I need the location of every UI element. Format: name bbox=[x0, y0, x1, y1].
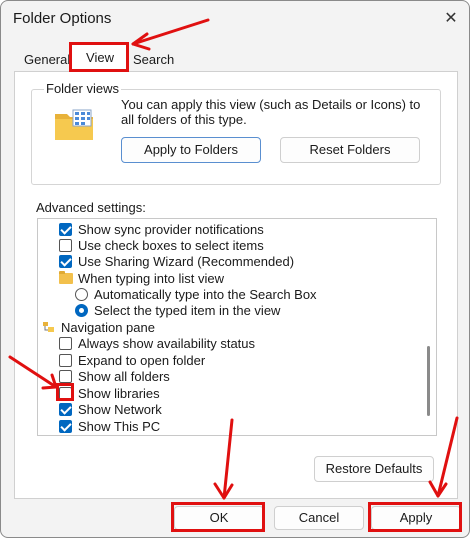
folder-views-description: You can apply this view (such as Details… bbox=[121, 97, 421, 127]
list-item-label: Select the typed item in the view bbox=[94, 303, 281, 318]
checkbox[interactable] bbox=[59, 403, 72, 416]
apply-button[interactable]: Apply bbox=[371, 506, 461, 530]
list-item-label: Always show availability status bbox=[78, 336, 256, 351]
advanced-settings-list[interactable]: Show sync provider notifications Use che… bbox=[37, 218, 437, 436]
folder-icon bbox=[59, 271, 73, 284]
list-item-label: Expand to open folder bbox=[78, 353, 206, 368]
radio-button[interactable] bbox=[75, 304, 88, 317]
checkbox[interactable] bbox=[59, 354, 72, 367]
list-item-label: Navigation pane bbox=[61, 320, 155, 335]
checkbox[interactable] bbox=[59, 223, 72, 236]
checkbox[interactable] bbox=[59, 239, 72, 252]
checkbox[interactable] bbox=[59, 420, 72, 433]
list-item-label: Show Network bbox=[78, 402, 162, 417]
list-item-label: Show all folders bbox=[78, 369, 170, 384]
close-icon[interactable]: ✕ bbox=[439, 7, 463, 31]
list-item-label: When typing into list view bbox=[78, 271, 224, 286]
navigation-pane-icon bbox=[43, 322, 54, 332]
checkbox[interactable] bbox=[59, 255, 72, 268]
list-item-label: Use Sharing Wizard (Recommended) bbox=[78, 254, 295, 269]
folder-view-icon bbox=[55, 109, 93, 140]
checkbox[interactable] bbox=[59, 337, 72, 350]
folder-options-dialog: Folder Options ✕ General Search View Fol… bbox=[0, 0, 470, 538]
tab-general[interactable]: General bbox=[24, 52, 70, 67]
list-item-label: Show sync provider notifications bbox=[78, 222, 264, 237]
apply-to-folders-button[interactable]: Apply to Folders bbox=[121, 137, 261, 163]
checkbox[interactable] bbox=[59, 387, 72, 400]
list-item-label: Automatically type into the Search Box bbox=[94, 287, 317, 302]
advanced-settings-label: Advanced settings: bbox=[36, 200, 146, 215]
tab-search[interactable]: Search bbox=[133, 52, 174, 67]
list-item-label: Use check boxes to select items bbox=[78, 238, 264, 253]
window-title: Folder Options bbox=[13, 10, 112, 27]
list-item-label: Show libraries bbox=[78, 386, 160, 401]
list-scrollbar[interactable] bbox=[427, 346, 430, 416]
cancel-button[interactable]: Cancel bbox=[274, 506, 364, 530]
folder-views-label: Folder views bbox=[44, 81, 121, 96]
tab-view[interactable]: View bbox=[71, 44, 129, 72]
restore-defaults-button[interactable]: Restore Defaults bbox=[314, 456, 434, 482]
checkbox[interactable] bbox=[59, 370, 72, 383]
reset-folders-button[interactable]: Reset Folders bbox=[280, 137, 420, 163]
radio-button[interactable] bbox=[75, 288, 88, 301]
ok-button[interactable]: OK bbox=[174, 506, 264, 530]
list-item-label: Show This PC bbox=[78, 419, 161, 434]
